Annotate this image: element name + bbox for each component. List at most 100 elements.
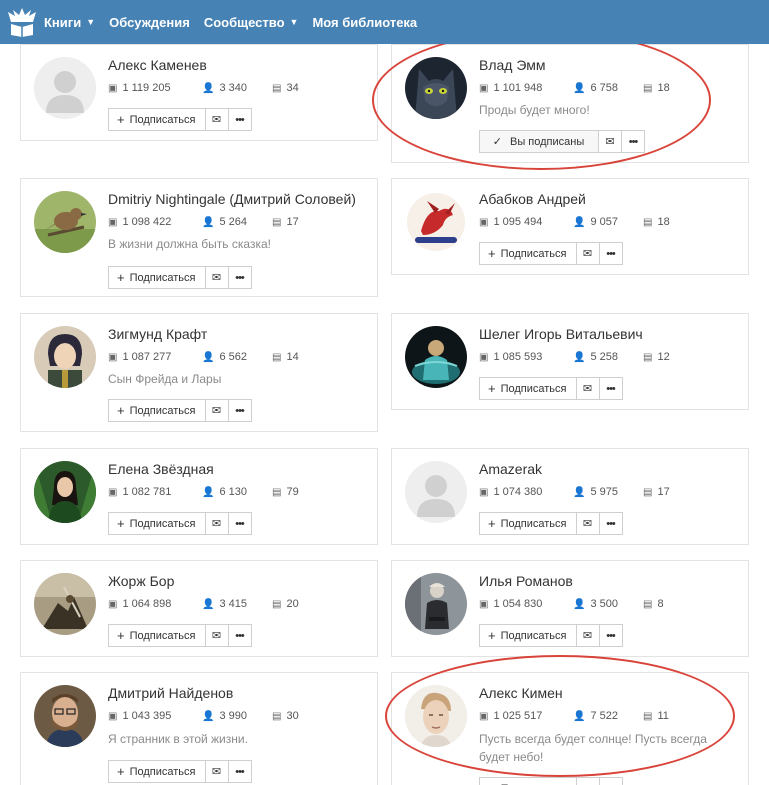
more-icon: •••	[606, 247, 616, 260]
author-name[interactable]: Елена Звёздная	[108, 461, 214, 477]
author-name[interactable]: Илья Романов	[479, 573, 573, 589]
message-button[interactable]: ✉	[205, 760, 229, 783]
followers-count: 5 975	[590, 486, 618, 498]
views-icon: ▣	[479, 82, 489, 94]
avatar-sitting-man[interactable]	[405, 573, 467, 635]
site-logo-icon[interactable]	[0, 0, 44, 44]
books-stat: ▤ 14	[272, 351, 299, 363]
avatar-warrior[interactable]	[34, 573, 96, 635]
nav-discussions[interactable]: Обсуждения	[109, 15, 190, 30]
message-button[interactable]: ✉	[576, 242, 600, 265]
message-button[interactable]: ✉	[576, 624, 600, 647]
message-button[interactable]: ✉	[599, 130, 622, 153]
plus-icon: +	[488, 381, 496, 396]
author-actions: + Подписаться ✉ •••	[479, 242, 623, 265]
nav-community[interactable]: Сообщество ▼	[204, 15, 299, 30]
envelope-icon: ✉	[211, 405, 222, 417]
books-stat: ▤ 30	[272, 710, 299, 722]
more-button[interactable]: •••	[599, 624, 623, 647]
subscribe-button[interactable]: +Подписаться	[479, 512, 577, 535]
message-button[interactable]: ✉	[205, 108, 229, 131]
avatar-cyan-figure[interactable]	[405, 326, 467, 388]
message-button[interactable]: ✉	[205, 512, 229, 535]
more-button[interactable]: •••	[228, 760, 252, 783]
subscribe-button[interactable]: +Подписаться	[108, 399, 206, 422]
subscribe-button[interactable]: +Подписаться	[479, 242, 577, 265]
author-name[interactable]: Amazerak	[479, 461, 542, 477]
message-button[interactable]: ✉	[576, 512, 600, 535]
subscribe-button[interactable]: +Подписаться	[108, 108, 206, 131]
followers-stat: 👤 3 415	[202, 598, 272, 610]
subscribe-label: Подписаться	[129, 113, 196, 126]
author-actions: + Подписаться ✉ •••	[108, 760, 252, 783]
author-name[interactable]: Зигмунд Крафт	[108, 326, 207, 342]
more-icon: •••	[235, 271, 245, 284]
more-icon: •••	[235, 517, 245, 530]
more-button[interactable]: •••	[228, 108, 252, 131]
books-count: 20	[286, 598, 299, 610]
followers-stat: 👤 6 562	[202, 351, 272, 363]
followers-count: 6 130	[219, 486, 247, 498]
author-name[interactable]: Жорж Бор	[108, 573, 174, 589]
subscribe-button[interactable]: +Подписаться	[108, 266, 206, 289]
more-button[interactable]: •••	[599, 777, 623, 785]
author-name[interactable]: Алекс Каменев	[108, 57, 207, 73]
message-button[interactable]: ✉	[576, 377, 600, 400]
books-count: 18	[657, 216, 670, 228]
subscribe-button[interactable]: +Подписаться	[108, 760, 206, 783]
followers-stat: 👤 5 258	[573, 351, 643, 363]
message-button[interactable]: ✉	[576, 777, 600, 785]
more-button[interactable]: •••	[228, 266, 252, 289]
followers-count: 5 264	[219, 216, 247, 228]
more-button[interactable]: •••	[622, 130, 645, 153]
subscribe-label: Подписаться	[500, 382, 567, 395]
subscribe-button[interactable]: +Подписаться	[479, 777, 577, 785]
envelope-icon: ✉	[211, 114, 222, 126]
more-button[interactable]: •••	[599, 512, 623, 535]
subscribe-label: Подписаться	[500, 517, 567, 530]
subscribe-button[interactable]: +Подписаться	[479, 624, 577, 647]
nav-books[interactable]: Книги ▼	[44, 15, 95, 30]
message-button[interactable]: ✉	[205, 399, 229, 422]
views-icon: ▣	[108, 710, 118, 722]
author-name[interactable]: Абабков Андрей	[479, 191, 586, 207]
avatar-placeholder[interactable]	[34, 57, 96, 119]
followers-icon: 👤	[202, 216, 215, 228]
author-stats: ▣ 1 074 380 👤 5 975 ▤ 17	[479, 486, 670, 498]
author-status: Пусть всегда будет солнце! Пусть всегда …	[479, 732, 707, 764]
message-button[interactable]: ✉	[205, 624, 229, 647]
subscribe-button[interactable]: + Подписаться	[479, 377, 577, 400]
author-name[interactable]: Дмитрий Найденов	[108, 685, 233, 701]
author-name[interactable]: Влад Эмм	[479, 57, 546, 73]
more-button[interactable]: •••	[599, 377, 623, 400]
views-stat: ▣ 1 087 277	[108, 351, 202, 363]
more-button[interactable]: •••	[228, 512, 252, 535]
subscribed-label: Вы подписаны	[509, 135, 585, 148]
author-status: Проды будет много!	[479, 103, 590, 117]
avatar-anime[interactable]	[34, 326, 96, 388]
more-button[interactable]: •••	[228, 399, 252, 422]
avatar-man-glasses[interactable]	[34, 685, 96, 747]
author-name[interactable]: Dmitriy Nightingale (Дмитрий Соловей)	[108, 191, 356, 207]
author-name[interactable]: Алекс Кимен	[479, 685, 563, 701]
more-button[interactable]: •••	[599, 242, 623, 265]
followers-icon: 👤	[202, 710, 215, 722]
avatar-sketch-face[interactable]	[405, 685, 467, 747]
subscribe-button[interactable]: +Подписаться	[108, 512, 206, 535]
author-name[interactable]: Шелег Игорь Витальевич	[479, 326, 643, 342]
nav-my-library[interactable]: Моя библиотека	[312, 15, 417, 30]
avatar-placeholder[interactable]	[405, 461, 467, 523]
subscribe-button[interactable]: +Подписаться	[108, 624, 206, 647]
message-button[interactable]: ✉	[205, 266, 229, 289]
avatar-cat[interactable]	[405, 57, 467, 119]
avatar-bird[interactable]	[34, 191, 96, 253]
author-stats: ▣ 1 095 494 👤 9 057 ▤ 18	[479, 216, 670, 228]
avatar-forest-girl[interactable]	[34, 461, 96, 523]
author-stats: ▣ 1 085 593 👤 5 258 ▤ 12	[479, 351, 670, 363]
subscribed-button[interactable]: ✓ Вы подписаны	[479, 130, 599, 153]
more-button[interactable]: •••	[228, 624, 252, 647]
books-stat: ▤ 18	[643, 82, 670, 94]
envelope-icon: ✉	[605, 136, 615, 148]
books-stat: ▤ 34	[272, 82, 299, 94]
avatar-dragon[interactable]	[405, 191, 467, 253]
